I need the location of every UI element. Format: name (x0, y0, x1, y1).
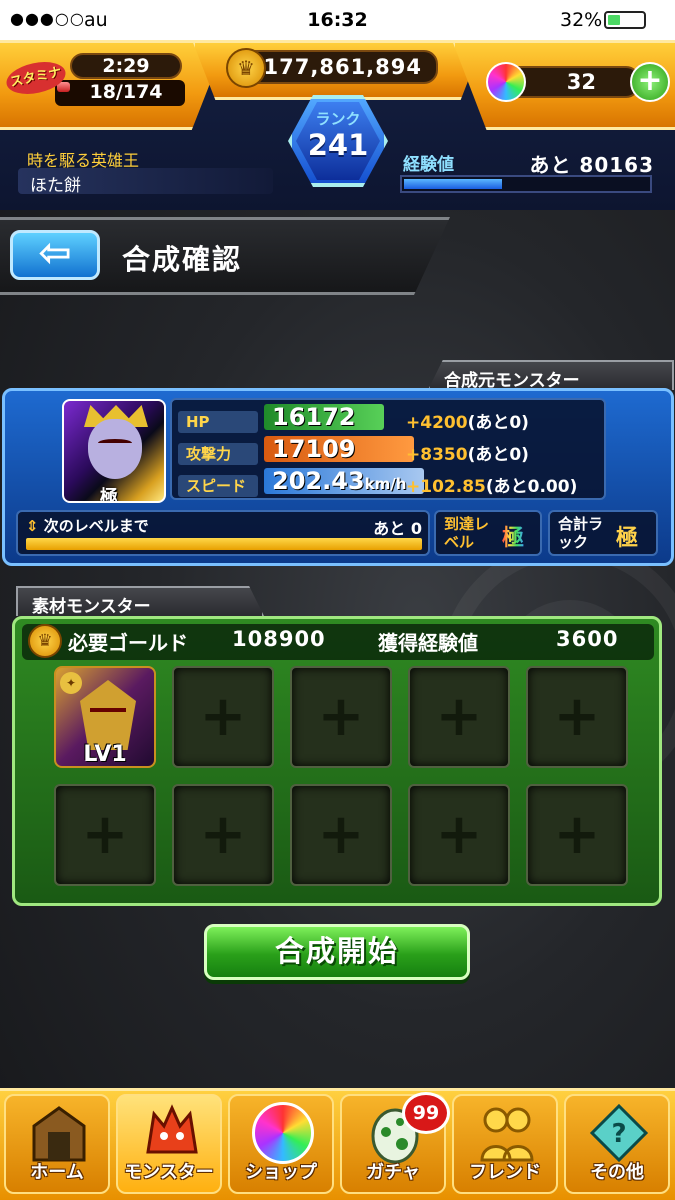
next-level-label: ⇕ 次のレベルまで (26, 515, 149, 536)
attack-plus: +8350(あと0) (406, 440, 529, 465)
required-gold-value: 108900 (232, 627, 326, 651)
add-icon: + (435, 802, 483, 867)
gain-exp-label: 獲得経験値 (378, 631, 478, 655)
nav-other[interactable]: ? その他 (564, 1094, 670, 1194)
empty-material-slot[interactable]: + (408, 666, 510, 768)
hp-value: 16172 (264, 404, 384, 430)
friends-icon (480, 1107, 534, 1162)
nav-shop-label: ショップ (245, 1162, 317, 1183)
gold-coin-icon: ♛ (226, 48, 266, 88)
stamina-timer: 2:29 (70, 53, 182, 79)
empty-material-slot[interactable]: + (172, 666, 274, 768)
add-icon: + (199, 802, 247, 867)
attack-bonus: +8350 (406, 445, 468, 465)
speed-plus: +102.85(あと0.00) (406, 472, 577, 497)
monster-mask (80, 680, 136, 750)
empty-material-slot[interactable]: + (290, 784, 392, 886)
add-icon: + (199, 684, 247, 749)
speed-value: 202.43 (272, 467, 365, 495)
orb-icon (486, 62, 526, 102)
base-monster-portrait[interactable]: 極 (62, 399, 166, 503)
attack-value: 17109 (264, 436, 414, 462)
gain-exp-value: 3600 (556, 627, 619, 651)
hp-remaining: (あと0) (467, 413, 529, 433)
orb-shop-icon (252, 1102, 314, 1164)
speed-label: スピード (178, 475, 258, 497)
required-gold-label: 必要ゴールド (68, 631, 188, 655)
empty-material-slot[interactable]: + (408, 784, 510, 886)
empty-material-slot[interactable]: + (290, 666, 392, 768)
home-icon (32, 1106, 86, 1162)
monster-eyes (98, 439, 132, 447)
speed-bar: 202.43km/h (264, 468, 424, 494)
monster-face (88, 419, 142, 479)
speed-remaining: (あと0.00) (485, 477, 578, 497)
hp-bonus: +4200 (406, 413, 468, 433)
hp-label: HP (178, 411, 258, 433)
nav-home-label: ホーム (30, 1162, 84, 1183)
stamina-value: 18/174 (89, 81, 163, 103)
attack-label: 攻撃力 (178, 443, 258, 465)
element-icon: ✦ (60, 672, 82, 694)
status-bar: ●●●○○ au 16:32 32% (0, 0, 675, 40)
back-button[interactable]: ⇦ (10, 230, 100, 280)
next-level-value: あと 0 (373, 519, 422, 538)
battery-icon (604, 11, 646, 29)
mask-slits (90, 708, 126, 712)
add-icon: + (81, 802, 129, 867)
add-icon: + (317, 684, 365, 749)
kiwami-badge: 極 (100, 487, 118, 503)
hp-plus: +4200(あと0) (406, 408, 529, 433)
empty-material-slot[interactable]: + (526, 784, 628, 886)
luck-label: 合計ラック (558, 515, 604, 551)
other-menu-icon: ? (589, 1103, 649, 1163)
exp-bar-fill (404, 179, 502, 189)
nav-friend[interactable]: フレンド (452, 1094, 558, 1194)
nav-gacha-label: ガチャ (366, 1162, 420, 1183)
page-title: 合成確認 (122, 243, 243, 276)
speed-bonus: +102.85 (406, 477, 486, 497)
add-icon: + (435, 684, 483, 749)
add-icon: + (553, 802, 601, 867)
rank-value: 241 (307, 128, 369, 162)
exp-remaining: あと 80163 (529, 153, 654, 177)
empty-material-slot[interactable]: + (54, 784, 156, 886)
material-level: LV1 (83, 742, 127, 767)
base-monster-tab: 合成元モンスター (428, 360, 674, 390)
material-tab: 素材モンスター (16, 586, 264, 616)
nav-monster-label: モンスター (124, 1162, 214, 1183)
luck-value: 極 (616, 526, 639, 551)
empty-material-slot[interactable]: + (526, 666, 628, 768)
next-level-bar (26, 538, 422, 550)
monster-icon (146, 1104, 198, 1154)
start-fusion-button[interactable]: 合成開始 (204, 924, 470, 980)
gold-coin-icon: ♛ (28, 624, 62, 658)
buy-orb-button[interactable]: + (630, 62, 670, 102)
add-icon: + (317, 802, 365, 867)
reach-level-value: 極 (502, 520, 524, 552)
svg-text:?: ? (611, 1119, 626, 1149)
nav-monster[interactable]: モンスター (116, 1094, 222, 1194)
gacha-count-badge: 99 (402, 1092, 450, 1134)
reach-level-label: 到達レベル (444, 515, 490, 551)
player-name: ほた餅 (30, 176, 81, 196)
rank-label: ランク (315, 110, 361, 128)
nav-home[interactable]: ホーム (4, 1094, 110, 1194)
exp-label: 経験値 (403, 155, 454, 175)
add-icon: + (553, 684, 601, 749)
nav-other-label: その他 (590, 1162, 644, 1183)
sort-arrows-icon: ⇕ (26, 517, 44, 535)
attack-remaining: (あと0) (467, 445, 529, 465)
nav-friend-label: フレンド (469, 1162, 541, 1183)
empty-material-slot[interactable]: + (172, 784, 274, 886)
speed-unit: km/h (364, 475, 407, 493)
back-arrow-icon: ⇦ (38, 230, 72, 276)
next-level-text: 次のレベルまで (43, 517, 149, 535)
nav-shop[interactable]: ショップ (228, 1094, 334, 1194)
battery-percent: 32% (560, 9, 603, 31)
